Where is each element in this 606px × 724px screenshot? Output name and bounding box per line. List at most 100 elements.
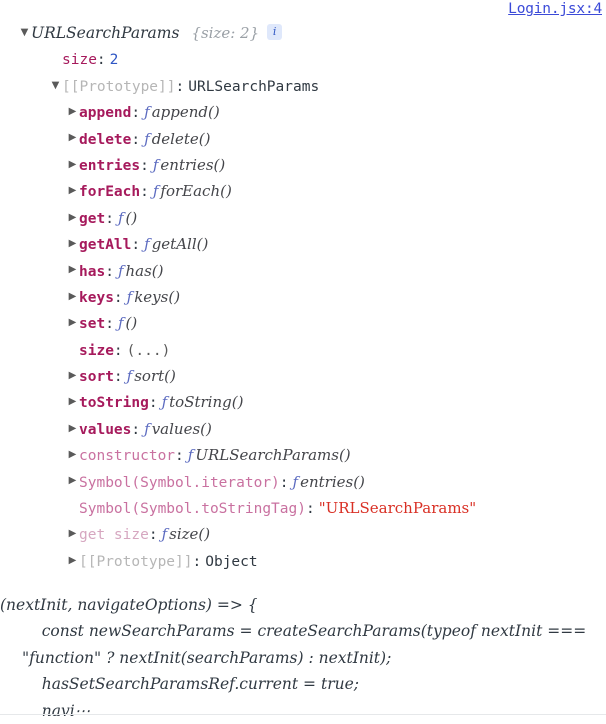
- disclosure-triangle-icon[interactable]: ▶: [66, 125, 79, 151]
- property-value: ƒ size(): [162, 525, 211, 543]
- property-value-text: entries(): [160, 155, 226, 174]
- tree-row[interactable]: ▶ sort: ƒ sort(): [0, 363, 606, 389]
- disclosure-triangle-icon[interactable]: ▶: [66, 442, 79, 468]
- property-value: ƒ URLSearchParams(): [188, 446, 351, 464]
- function-source-text: (nextInit, navigateOptions) => { const n…: [0, 596, 587, 720]
- function-glyph-icon: ƒ: [152, 155, 159, 174]
- tree-row[interactable]: ▶ append: ƒ append(): [0, 99, 606, 125]
- property-value-text: getAll(): [151, 235, 209, 254]
- property-value: ƒ(): [118, 209, 137, 227]
- tree-row[interactable]: ▶ get size: ƒ size(): [0, 521, 606, 547]
- tree-row[interactable]: ▶ values: ƒ values(): [0, 416, 606, 442]
- disclosure-triangle-icon[interactable]: ▶: [66, 284, 79, 310]
- disclosure-triangle-icon[interactable]: ▶: [66, 99, 79, 125]
- tree-row[interactable]: ▶ has: ƒ has(): [0, 258, 606, 284]
- disclosure-triangle-icon[interactable]: ▶: [66, 521, 79, 547]
- tree-row[interactable]: size: 2: [0, 46, 606, 72]
- tree-row[interactable]: size: (...): [0, 337, 606, 363]
- property-value-text: sort(): [134, 367, 176, 386]
- disclosure-triangle-icon[interactable]: ▶: [66, 178, 79, 204]
- property-key: get size: [79, 527, 149, 544]
- function-glyph-icon: ƒ: [126, 367, 133, 386]
- property-key: size: [79, 342, 114, 359]
- disclosure-spacer-icon: [66, 336, 79, 362]
- property-value: ƒ getAll(): [144, 235, 208, 253]
- property-colon: :: [105, 210, 114, 227]
- disclosure-triangle-icon[interactable]: ▶: [66, 231, 79, 257]
- property-value: ƒ toString(): [162, 393, 244, 411]
- property-value-text: append(): [151, 103, 220, 122]
- function-glyph-icon: ƒ: [292, 472, 299, 491]
- property-colon: :: [175, 448, 184, 465]
- info-icon[interactable]: i: [267, 24, 283, 40]
- property-value-text: forEach(): [160, 182, 232, 201]
- function-glyph-icon: ƒ: [117, 314, 124, 333]
- tree-row[interactable]: ▶ entries: ƒ entries(): [0, 152, 606, 178]
- property-colon: :: [131, 131, 141, 148]
- property-key: values: [79, 421, 132, 438]
- tree-row[interactable]: ▶ delete: ƒ delete(): [0, 126, 606, 152]
- prototype-header-row[interactable]: ▼ [[Prototype]]: URLSearchParams: [0, 73, 606, 99]
- property-value-text: (): [125, 208, 138, 227]
- property-value-text: (): [125, 314, 138, 333]
- property-value: Object: [205, 553, 258, 570]
- tree-root-row[interactable]: ▼ URLSearchParams {size: 2} i: [0, 20, 606, 46]
- function-glyph-icon: ƒ: [187, 446, 194, 465]
- disclosure-triangle-icon[interactable]: ▶: [66, 416, 79, 442]
- property-colon: :: [148, 395, 158, 412]
- property-value: ƒ append(): [144, 103, 220, 121]
- property-colon: :: [192, 553, 202, 570]
- property-value: ƒ keys(): [127, 288, 180, 306]
- source-location-link[interactable]: Login.jsx:4: [508, 1, 602, 17]
- disclosure-triangle-icon[interactable]: ▶: [66, 205, 79, 231]
- function-glyph-icon: ƒ: [144, 419, 150, 438]
- root-object-name: URLSearchParams: [31, 24, 180, 42]
- property-colon: :: [113, 342, 123, 359]
- disclosure-triangle-icon[interactable]: ▶: [66, 468, 79, 494]
- prototype-colon: :: [175, 78, 185, 95]
- property-key: sort: [79, 369, 114, 386]
- message-divider: [0, 714, 606, 715]
- disclosure-triangle-icon[interactable]: ▶: [66, 257, 79, 283]
- property-value-text: delete(): [151, 129, 211, 148]
- disclosure-triangle-icon[interactable]: ▼: [49, 73, 62, 99]
- tree-row[interactable]: Symbol(Symbol.toStringTag): "URLSearchPar…: [0, 495, 606, 521]
- function-glyph-icon: ƒ: [161, 525, 168, 544]
- property-value-text: URLSearchParams(): [195, 446, 351, 465]
- disclosure-triangle-icon[interactable]: ▶: [66, 363, 79, 389]
- property-value: 2: [109, 52, 119, 69]
- property-value: ƒ entries(): [153, 156, 225, 174]
- disclosure-triangle-icon[interactable]: ▶: [66, 310, 79, 336]
- tree-row[interactable]: ▶ getAll: ƒ getAll(): [0, 231, 606, 257]
- disclosure-triangle-icon[interactable]: ▼: [18, 20, 31, 46]
- function-glyph-icon: ƒ: [144, 103, 150, 122]
- property-value: ƒ entries(): [293, 473, 365, 491]
- property-value: ƒ sort(): [127, 367, 176, 385]
- tree-row[interactable]: ▶ set: ƒ(): [0, 310, 606, 336]
- prototype-value-label: URLSearchParams: [188, 78, 320, 95]
- property-value-text: keys(): [134, 287, 181, 306]
- property-colon: :: [140, 157, 149, 174]
- tree-row[interactable]: ▶ keys: ƒ keys(): [0, 284, 606, 310]
- property-colon: :: [131, 421, 141, 438]
- tree-row[interactable]: ▶ forEach: ƒ forEach(): [0, 178, 606, 204]
- disclosure-triangle-icon[interactable]: ▶: [66, 389, 79, 415]
- tree-row[interactable]: ▶ toString: ƒ toString(): [0, 389, 606, 415]
- property-colon: :: [105, 263, 114, 280]
- root-object-preview: {size: 2}: [191, 24, 260, 42]
- property-colon: :: [105, 316, 114, 333]
- function-glyph-icon: ƒ: [117, 208, 124, 227]
- property-value: (...): [126, 342, 171, 359]
- tree-row[interactable]: ▶ [[Prototype]]: Object: [0, 548, 606, 574]
- own-properties-list: size: 2: [0, 46, 606, 72]
- property-colon: :: [131, 105, 141, 122]
- disclosure-triangle-icon[interactable]: ▶: [66, 548, 79, 574]
- property-key: entries: [79, 157, 141, 174]
- property-key: getAll: [79, 237, 132, 254]
- tree-row[interactable]: ▶ Symbol(Symbol.iterator): ƒ entries(): [0, 469, 606, 495]
- disclosure-triangle-icon[interactable]: ▶: [66, 152, 79, 178]
- function-glyph-icon: ƒ: [144, 235, 150, 254]
- tree-row[interactable]: ▶ constructor: ƒ URLSearchParams(): [0, 442, 606, 468]
- property-value-text: toString(): [169, 393, 244, 412]
- tree-row[interactable]: ▶ get: ƒ(): [0, 205, 606, 231]
